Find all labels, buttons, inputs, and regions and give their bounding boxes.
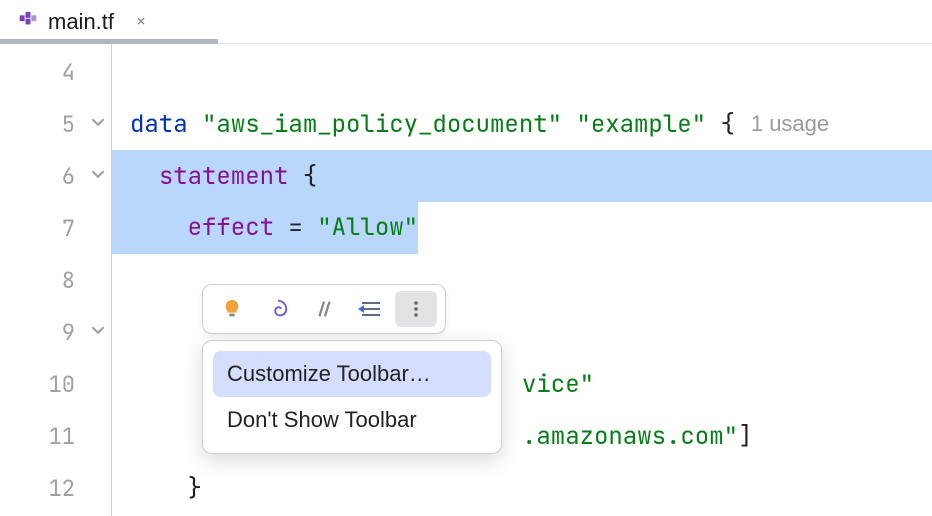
chevron-down-icon[interactable]	[91, 115, 105, 134]
tab-bar: main.tf ×	[0, 0, 932, 44]
line-number[interactable]: 11	[0, 410, 111, 462]
menu-item-dont-show-toolbar[interactable]: Don't Show Toolbar	[213, 397, 491, 443]
code-line[interactable]: statement {	[112, 150, 932, 202]
close-icon[interactable]: ×	[132, 13, 150, 31]
line-number[interactable]: 10	[0, 358, 111, 410]
tab-filename: main.tf	[48, 9, 114, 35]
chevron-down-icon[interactable]	[91, 323, 105, 342]
line-number[interactable]: 7	[0, 202, 111, 254]
line-number[interactable]: 9	[0, 306, 111, 358]
chevron-down-icon[interactable]	[91, 167, 105, 186]
line-number[interactable]: 5	[0, 98, 111, 150]
usage-hint[interactable]: 1 usage	[751, 111, 829, 137]
toolbar-context-menu: Customize Toolbar… Don't Show Toolbar	[202, 340, 502, 454]
code-line[interactable]: }	[112, 462, 932, 514]
line-number[interactable]: 6	[0, 150, 111, 202]
line-number[interactable]: 4	[0, 46, 111, 98]
code-line[interactable]: data "aws_iam_policy_document" "example"…	[112, 98, 932, 150]
gutter: 4 5 6 7 8 9 10 11 12	[0, 44, 112, 516]
line-number[interactable]: 12	[0, 462, 111, 514]
reformat-button[interactable]	[349, 291, 391, 327]
file-tab[interactable]: main.tf ×	[0, 0, 168, 43]
floating-toolbar	[202, 284, 446, 334]
more-button[interactable]	[395, 291, 437, 327]
comment-button[interactable]	[303, 291, 345, 327]
intention-bulb-button[interactable]	[211, 291, 253, 327]
ai-spiral-button[interactable]	[257, 291, 299, 327]
terraform-icon	[18, 12, 38, 32]
editor: 4 5 6 7 8 9 10 11 12 data "aws_iam_polic…	[0, 44, 932, 516]
menu-item-customize-toolbar[interactable]: Customize Toolbar…	[213, 351, 491, 397]
code-line[interactable]: effect = "Allow"	[112, 202, 932, 254]
code-line[interactable]	[112, 46, 932, 98]
line-number[interactable]: 8	[0, 254, 111, 306]
